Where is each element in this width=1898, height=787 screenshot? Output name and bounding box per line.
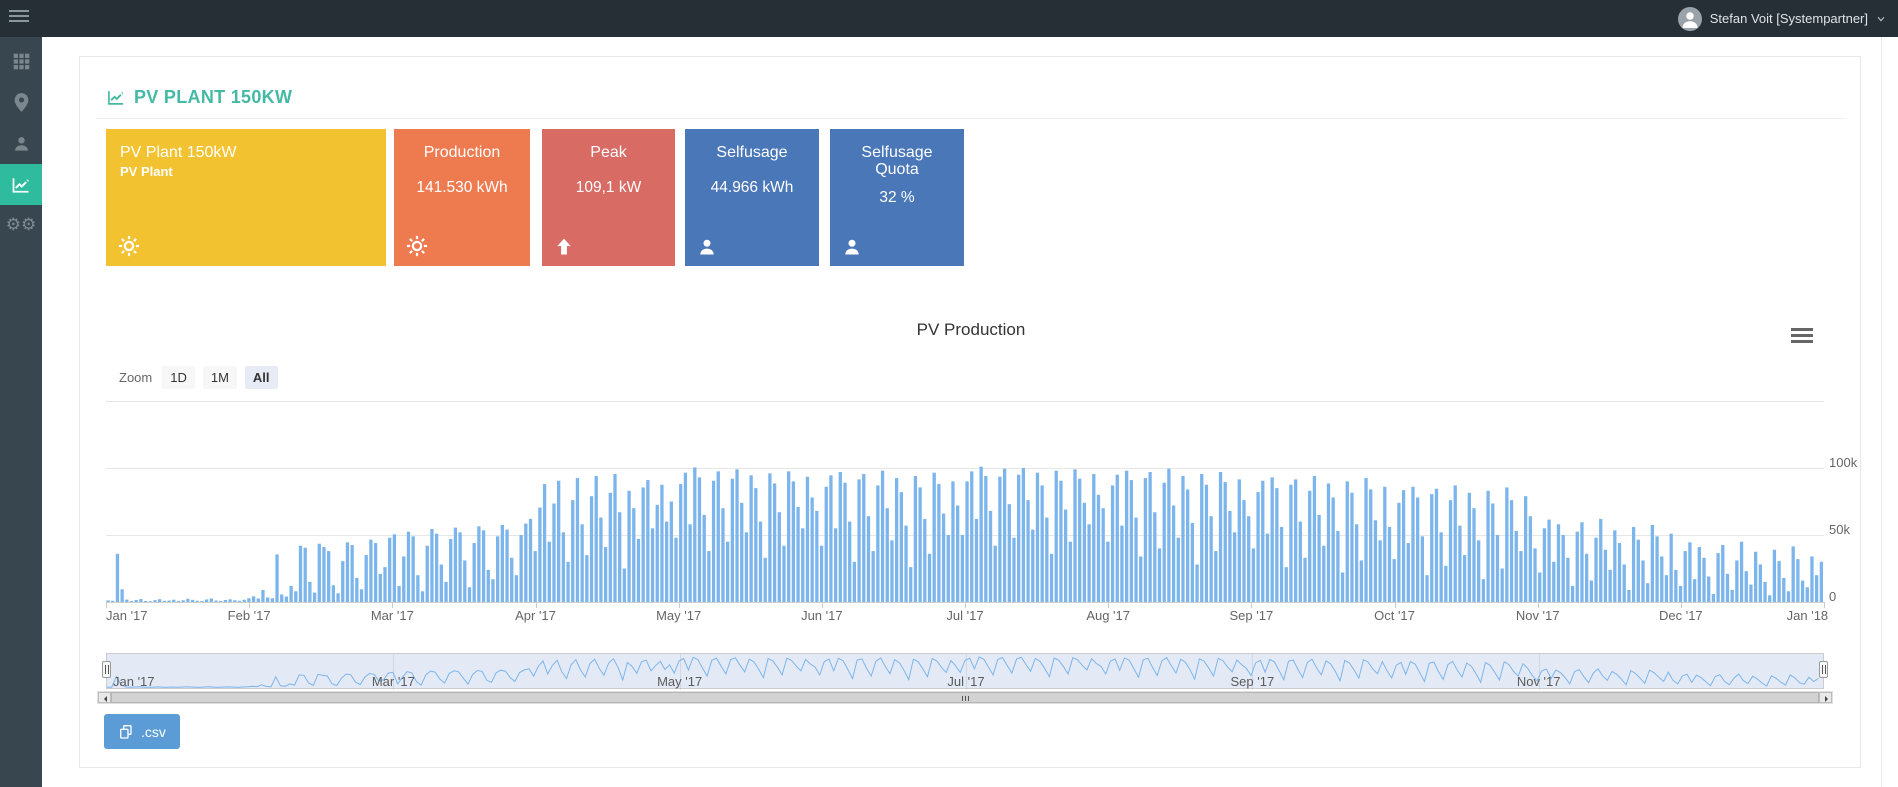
sidebar-item-modules[interactable]	[0, 41, 42, 82]
tile-title: Peak	[542, 129, 675, 162]
tile-production[interactable]: Production 141.530 kWh	[394, 129, 530, 266]
chart-scrollbar[interactable]	[97, 691, 1833, 704]
x-axis-label: Oct '17	[1374, 608, 1415, 623]
x-axis-label: Jun '17	[801, 608, 843, 623]
navigator-label: Mar '17	[372, 674, 415, 689]
scrollbar-right-arrow[interactable]	[1819, 692, 1832, 703]
zoom-button-1m[interactable]: 1M	[203, 366, 237, 389]
user-name: Stefan Voit [Systempartner]	[1710, 11, 1868, 26]
navigator-label: May '17	[657, 674, 702, 689]
x-axis-label: Jan '18	[1787, 608, 1829, 623]
tile-title: Selfusage Quota	[830, 129, 964, 179]
user-icon	[13, 135, 30, 152]
navigator-label: Nov '17	[1517, 674, 1561, 689]
tile-value: 109,1 kW	[542, 179, 675, 197]
chart-line-icon	[106, 89, 126, 106]
x-axis-label: Aug '17	[1086, 608, 1130, 623]
grid-icon	[13, 53, 30, 70]
y-axis-label-0: 0	[1829, 589, 1836, 604]
sidebar: ⚙⚙	[0, 37, 42, 787]
x-axis-label: Jan '17	[106, 608, 148, 623]
zoom-label: Zoom	[119, 370, 152, 385]
chevron-down-icon	[1876, 14, 1886, 24]
x-axis-label: Mar '17	[371, 608, 414, 623]
tile-title: Selfusage	[685, 129, 819, 162]
chart-navigator[interactable]: Jan '17 Mar '17 May '17 Jul '17 Sep '17 Nov '…	[106, 653, 1824, 689]
page-title: PV PLANT 150KW	[106, 87, 292, 108]
navigator-handle-right[interactable]	[1819, 661, 1828, 678]
user-menu[interactable]: Stefan Voit [Systempartner]	[1678, 0, 1890, 37]
csv-export-button[interactable]: .csv	[104, 714, 180, 749]
top-bar: Stefan Voit [Systempartner]	[0, 0, 1898, 37]
x-axis-label: Dec '17	[1659, 608, 1703, 623]
copy-icon	[118, 724, 134, 740]
x-axis-label: May '17	[656, 608, 701, 623]
scrollbar-thumb[interactable]	[111, 692, 1819, 703]
x-axis-label: Jul '17	[946, 608, 983, 623]
sidebar-item-charts[interactable]	[0, 164, 42, 205]
sun-icon	[406, 235, 428, 257]
app-root: Stefan Voit [Systempartner]	[0, 0, 1898, 787]
x-axis-label: Feb '17	[228, 608, 271, 623]
person-icon	[842, 237, 862, 257]
page-title-text: PV PLANT 150KW	[134, 87, 292, 108]
person-icon	[1681, 10, 1699, 28]
chart-plot-area[interactable]	[106, 401, 1824, 602]
tile-selfusage-quota[interactable]: Selfusage Quota 32 %	[830, 129, 964, 266]
zoom-button-1d[interactable]: 1D	[162, 366, 195, 389]
sun-icon	[118, 235, 140, 257]
gears-icon: ⚙⚙	[6, 217, 36, 234]
x-axis-label: Apr '17	[515, 608, 556, 623]
hamburger-menu-icon[interactable]	[9, 10, 29, 26]
tile-title: PV Plant 150kW	[106, 129, 386, 162]
tile-subtitle: PV Plant	[106, 164, 386, 179]
x-axis-label: Sep '17	[1229, 608, 1273, 623]
navigator-label: Jul '17	[947, 674, 984, 689]
content-right-border	[1881, 37, 1882, 787]
zoom-button-all[interactable]: All	[245, 366, 278, 389]
chart-title: PV Production	[80, 320, 1862, 340]
tile-value: 32 %	[830, 189, 964, 207]
sidebar-item-users[interactable]	[0, 123, 42, 164]
y-axis-label-100k: 100k	[1829, 455, 1857, 470]
y-axis-label-50k: 50k	[1829, 522, 1850, 537]
scrollbar-left-arrow[interactable]	[98, 692, 111, 703]
tile-title: Production	[394, 129, 530, 162]
x-axis-label: Nov '17	[1516, 608, 1560, 623]
tile-selfusage[interactable]: Selfusage 44.966 kWh	[685, 129, 819, 266]
tile-peak[interactable]: Peak 109,1 kW	[542, 129, 675, 266]
sidebar-item-locations[interactable]	[0, 82, 42, 123]
chart-export-menu-icon[interactable]	[1791, 328, 1813, 343]
main-card: PV PLANT 150KW PV Plant 150kW PV Plant P…	[79, 56, 1861, 768]
tile-value: 141.530 kWh	[394, 179, 530, 197]
navigator-label: Sep '17	[1230, 674, 1274, 689]
navigator-label: Jan '17	[113, 674, 155, 689]
person-icon	[697, 237, 717, 257]
range-selector: Zoom 1D 1M All	[119, 366, 278, 389]
navigator-handle-left[interactable]	[102, 661, 111, 678]
arrow-up-icon	[554, 237, 574, 257]
csv-button-label: .csv	[141, 724, 166, 740]
divider	[96, 118, 1846, 119]
chart-line-icon	[11, 176, 31, 194]
tile-pv-plant[interactable]: PV Plant 150kW PV Plant	[106, 129, 386, 266]
avatar	[1678, 7, 1702, 31]
map-pin-icon	[14, 93, 29, 112]
sidebar-item-settings[interactable]: ⚙⚙	[0, 205, 42, 246]
tile-value: 44.966 kWh	[685, 179, 819, 197]
